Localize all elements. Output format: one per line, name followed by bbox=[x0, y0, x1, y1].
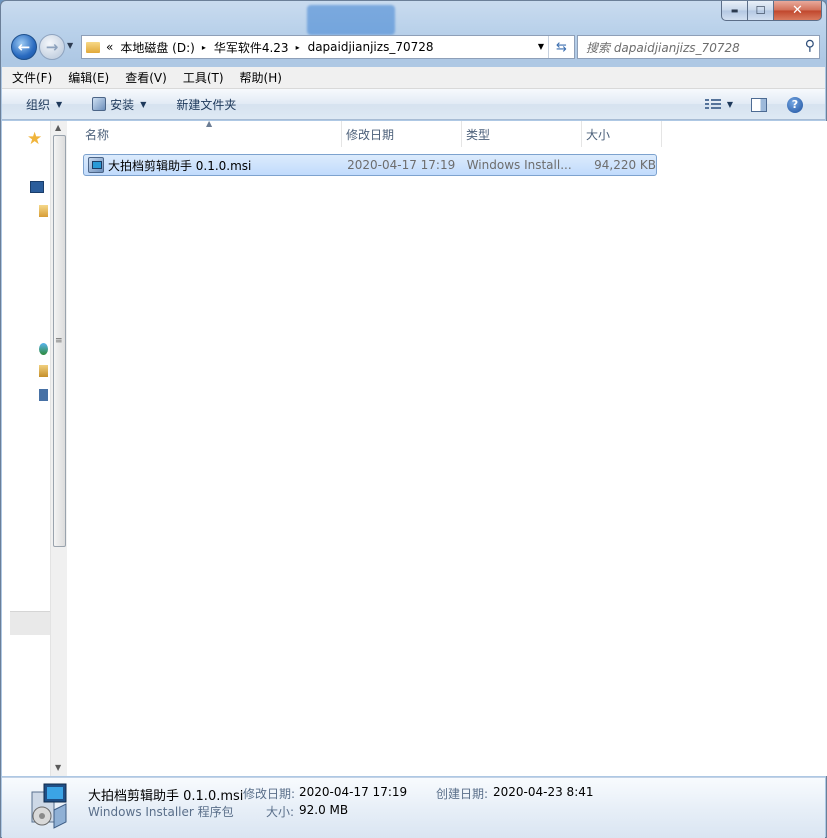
details-file-name: 大拍档剪辑助手 0.1.0.msi bbox=[88, 789, 244, 804]
column-type[interactable]: 类型 bbox=[462, 121, 582, 147]
address-dropdown-icon[interactable]: ▼ bbox=[538, 42, 544, 51]
menu-file[interactable]: 文件(F) bbox=[12, 69, 52, 86]
scroll-grip-icon: ≡ bbox=[55, 336, 63, 346]
breadcrumb-drive[interactable]: 本地磁盘 (D:) bbox=[120, 39, 194, 56]
nav-pane-footer bbox=[10, 611, 50, 635]
scroll-up-icon[interactable]: ▲ bbox=[55, 123, 61, 132]
details-modified-label: 修改日期: bbox=[243, 787, 296, 801]
organize-button[interactable]: 组织 ▼ bbox=[26, 96, 62, 113]
file-row[interactable]: 大拍档剪辑助手 0.1.0.msi 2020-04-17 17:19 Windo… bbox=[83, 154, 657, 176]
organize-label: 组织 bbox=[26, 97, 51, 112]
minimize-icon: ▬ bbox=[730, 6, 739, 15]
back-button[interactable]: ← bbox=[11, 34, 37, 60]
navigation-bar: ← → ▼ « 本地磁盘 (D:) ▸ 华军软件4.23 ▸ dapaidjia… bbox=[9, 33, 820, 61]
search-icon[interactable]: ⚲ bbox=[805, 38, 815, 54]
forward-button[interactable]: → bbox=[39, 34, 65, 60]
maximize-icon: ☐ bbox=[755, 4, 766, 17]
back-arrow-icon: ← bbox=[17, 38, 31, 56]
caption-buttons: ▬ ☐ ✕ bbox=[721, 1, 822, 21]
network-icon[interactable] bbox=[39, 389, 48, 401]
refresh-button[interactable]: ⇆ bbox=[548, 36, 574, 58]
new-folder-button[interactable]: 新建文件夹 bbox=[176, 96, 236, 113]
chevron-down-icon: ▼ bbox=[56, 99, 63, 109]
menu-edit[interactable]: 编辑(E) bbox=[68, 69, 109, 86]
column-type-label: 类型 bbox=[466, 127, 491, 142]
column-headers: 名称 ▲ 修改日期 类型 大小 bbox=[81, 119, 662, 147]
favorites-star-icon[interactable]: ★ bbox=[27, 129, 42, 149]
file-name: 大拍档剪辑助手 0.1.0.msi bbox=[107, 158, 252, 173]
nav-scrollbar[interactable]: ▲ ≡ ▼ bbox=[50, 121, 67, 776]
details-created-value: 2020-04-23 8:41 bbox=[493, 785, 594, 799]
explorer-window: ▬ ☐ ✕ ← → ▼ « 本地磁盘 (D:) ▸ 华军软件4.23 ▸ dap… bbox=[0, 0, 827, 838]
file-date: 2020-04-17 17:19 bbox=[347, 158, 456, 172]
refresh-icon: ⇆ bbox=[556, 39, 567, 55]
file-size: 94,220 KB bbox=[594, 158, 657, 172]
column-name[interactable]: 名称 ▲ bbox=[81, 119, 342, 147]
menu-bar: 文件(F) 编辑(E) 查看(V) 工具(T) 帮助(H) bbox=[2, 67, 825, 89]
column-date-label: 修改日期 bbox=[346, 127, 395, 142]
minimize-button[interactable]: ▬ bbox=[721, 1, 748, 21]
menu-tools[interactable]: 工具(T) bbox=[183, 69, 224, 86]
sort-ascending-icon: ▲ bbox=[206, 119, 213, 128]
maximize-button[interactable]: ☐ bbox=[748, 1, 774, 21]
details-pane: 大拍档剪辑助手 0.1.0.msi Windows Installer 程序包 … bbox=[2, 777, 825, 838]
details-type: Windows Installer 程序包 bbox=[88, 805, 234, 819]
address-bar[interactable]: « 本地磁盘 (D:) ▸ 华军软件4.23 ▸ dapaidjianjizs_… bbox=[81, 35, 575, 59]
column-size-label: 大小 bbox=[586, 127, 611, 142]
change-view-icon[interactable] bbox=[704, 98, 721, 111]
column-date[interactable]: 修改日期 bbox=[342, 121, 462, 147]
installer-icon bbox=[92, 97, 107, 111]
file-type: Windows Install... bbox=[466, 158, 572, 172]
homegroup-icon[interactable] bbox=[39, 343, 48, 355]
scroll-down-icon[interactable]: ▼ bbox=[55, 763, 61, 772]
view-dropdown-icon[interactable]: ▼ bbox=[727, 100, 733, 109]
breadcrumb-separator-icon[interactable]: ▸ bbox=[296, 43, 300, 52]
close-icon: ✕ bbox=[792, 3, 803, 18]
search-input[interactable]: 搜索 dapaidjianjizs_70728 bbox=[586, 39, 740, 56]
forward-arrow-icon: → bbox=[45, 38, 59, 56]
new-folder-label: 新建文件夹 bbox=[176, 97, 237, 112]
breadcrumb-current[interactable]: dapaidjianjizs_70728 bbox=[308, 40, 434, 54]
column-name-label: 名称 bbox=[85, 127, 110, 142]
installer-package-icon bbox=[26, 782, 74, 830]
view-controls: ▼ ? bbox=[704, 89, 825, 120]
computer-icon[interactable] bbox=[39, 365, 48, 377]
navigation-pane: ★ ▲ ≡ ▼ bbox=[2, 121, 67, 776]
desktop-icon[interactable] bbox=[30, 181, 44, 193]
breadcrumb-separator-icon[interactable]: ▸ bbox=[202, 43, 206, 52]
libraries-icon[interactable] bbox=[39, 205, 48, 217]
msi-file-icon bbox=[88, 157, 104, 173]
nav-scroll-thumb[interactable]: ≡ bbox=[53, 135, 66, 547]
chevron-down-icon: ▼ bbox=[140, 99, 147, 109]
help-icon[interactable]: ? bbox=[787, 96, 803, 113]
preview-pane-icon[interactable] bbox=[751, 97, 767, 112]
caption-glow bbox=[307, 5, 395, 35]
install-button[interactable]: 安装 ▼ bbox=[92, 96, 146, 113]
menu-help[interactable]: 帮助(H) bbox=[240, 69, 282, 86]
breadcrumb-overflow[interactable]: « bbox=[106, 40, 113, 54]
column-size[interactable]: 大小 bbox=[582, 121, 662, 147]
menu-view[interactable]: 查看(V) bbox=[125, 69, 167, 86]
search-box[interactable]: 搜索 dapaidjianjizs_70728 ⚲ bbox=[577, 35, 820, 59]
details-modified-value: 2020-04-17 17:19 bbox=[299, 785, 408, 799]
breadcrumb-folder[interactable]: 华军软件4.23 bbox=[214, 39, 289, 56]
details-size-label: 大小: bbox=[266, 805, 295, 819]
recent-pages-dropdown[interactable]: ▼ bbox=[67, 41, 73, 50]
close-button[interactable]: ✕ bbox=[774, 1, 822, 21]
details-created-label: 创建日期: bbox=[436, 787, 489, 801]
folder-icon bbox=[86, 41, 100, 53]
file-list-view: 名称 ▲ 修改日期 类型 大小 大拍档剪辑助手 0.1.0.msi 2020-0… bbox=[67, 119, 827, 776]
install-label: 安装 bbox=[110, 97, 135, 112]
details-size-value: 92.0 MB bbox=[299, 803, 349, 817]
command-bar: 组织 ▼ 安装 ▼ 新建文件夹 ▼ ? bbox=[2, 89, 825, 120]
